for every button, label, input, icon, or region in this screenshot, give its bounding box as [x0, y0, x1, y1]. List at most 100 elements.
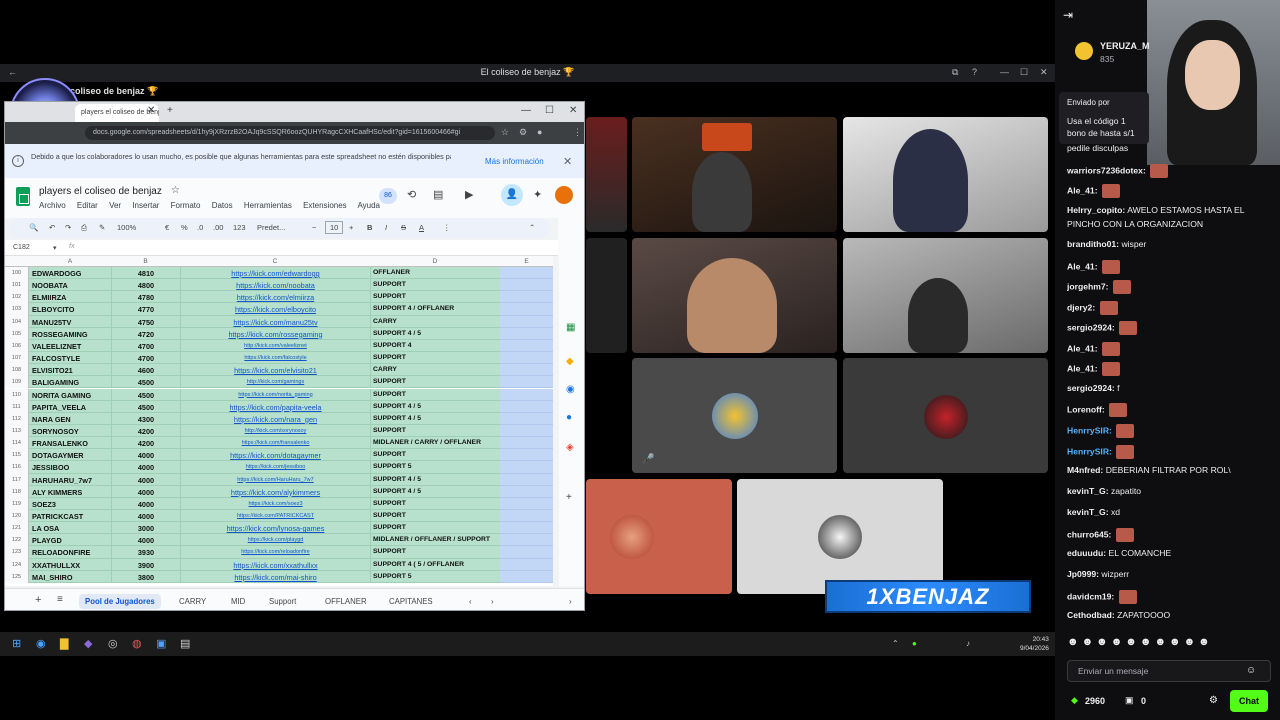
- dropdown-icon[interactable]: ▾: [53, 244, 57, 252]
- cell-player-name[interactable]: DOTAGAYMER: [29, 449, 111, 462]
- cell-empty[interactable]: [500, 400, 553, 413]
- calendar-icon[interactable]: ▦: [566, 322, 575, 333]
- column-header-b[interactable]: B: [111, 258, 180, 265]
- cell-player-name[interactable]: PAPITA_VEELA: [29, 400, 111, 413]
- popout-icon[interactable]: ⧉: [952, 67, 958, 78]
- all-sheets-icon[interactable]: ≡: [57, 594, 63, 605]
- chat-username[interactable]: warriors7236dotex:: [1067, 165, 1146, 175]
- row-number[interactable]: 110: [5, 388, 29, 401]
- row-number[interactable]: 112: [5, 412, 29, 425]
- cell-player-name[interactable]: BALIGAMING: [29, 376, 111, 389]
- chat-username[interactable]: sergio2924:: [1067, 322, 1115, 332]
- help-icon[interactable]: ?: [972, 67, 977, 77]
- cell-points[interactable]: 4500: [111, 388, 180, 401]
- cell-points[interactable]: 4700: [111, 339, 180, 353]
- cell-role[interactable]: OFFLANER: [370, 267, 500, 280]
- windows-start-icon[interactable]: ⊞: [12, 637, 21, 650]
- cell-kick-link[interactable]: https://kick.com/edwardogg: [180, 267, 370, 280]
- menu-herramientas[interactable]: Herramientas: [244, 201, 292, 210]
- search-icon[interactable]: 🔍: [29, 223, 38, 232]
- menu-icon[interactable]: ⋮: [573, 127, 582, 138]
- increase-decimal-button[interactable]: .00: [213, 223, 223, 232]
- cell-empty[interactable]: [500, 376, 553, 389]
- collapse-chat-icon[interactable]: ⇥: [1063, 8, 1073, 22]
- zoom-select[interactable]: 100%: [117, 223, 136, 232]
- cell-role[interactable]: SUPPORT: [370, 279, 500, 292]
- cell-role[interactable]: SUPPORT: [370, 424, 500, 438]
- app-icon[interactable]: ▣: [156, 637, 166, 650]
- increase-font-icon[interactable]: +: [349, 223, 353, 232]
- chat-username[interactable]: Jp0999:: [1067, 569, 1099, 579]
- cell-player-name[interactable]: NOOBATA: [29, 279, 111, 292]
- chat-username[interactable]: HenrrySIR:: [1067, 446, 1112, 456]
- video-tile-streamer-3[interactable]: [632, 238, 837, 353]
- chat-username[interactable]: churro645:: [1067, 529, 1111, 539]
- viewers-count[interactable]: 86: [379, 188, 397, 204]
- cell-kick-link[interactable]: https://kick.com/noobata: [180, 279, 370, 292]
- row-number[interactable]: 121: [5, 522, 29, 535]
- cell-empty[interactable]: [500, 327, 553, 340]
- system-clock[interactable]: 20:43 9/04/2026: [1020, 635, 1049, 653]
- menu-ayuda[interactable]: Ayuda: [357, 201, 380, 210]
- cell-role[interactable]: SUPPORT: [370, 546, 500, 559]
- cell-kick-link[interactable]: https://kick.com/fransalenko: [180, 437, 370, 450]
- cell-empty[interactable]: [500, 424, 553, 438]
- menu-datos[interactable]: Datos: [212, 201, 233, 210]
- gemini-icon[interactable]: ✦: [533, 188, 542, 201]
- cell-role[interactable]: SUPPORT 4 / 5: [370, 473, 500, 486]
- cell-kick-link[interactable]: https://kick.com/norita_gaming: [180, 388, 370, 401]
- new-tab-icon[interactable]: +: [167, 105, 173, 116]
- row-number[interactable]: 118: [5, 485, 29, 498]
- cell-empty[interactable]: [500, 303, 553, 316]
- video-tile-avatar-1[interactable]: 🎤: [632, 358, 837, 473]
- chat-username[interactable]: Ale_41:: [1067, 185, 1098, 195]
- cell-role[interactable]: SUPPORT: [370, 510, 500, 523]
- cell-points[interactable]: 4000: [111, 473, 180, 486]
- settings-gear-icon[interactable]: ⚙: [1209, 695, 1218, 706]
- vertical-scrollbar[interactable]: [553, 256, 559, 586]
- sheet-tab-carry[interactable]: CARRY: [179, 597, 206, 606]
- cell-player-name[interactable]: FRANSALENKO: [29, 437, 111, 450]
- cell-kick-link[interactable]: http://kick.com/gamings: [180, 376, 370, 389]
- row-number[interactable]: 103: [5, 303, 29, 316]
- tasks-icon[interactable]: ◉: [566, 384, 575, 395]
- video-tile-avatar-2[interactable]: [843, 358, 1048, 473]
- gift-icon[interactable]: ▣: [1125, 695, 1134, 706]
- row-number[interactable]: 114: [5, 437, 29, 450]
- extensions-icon[interactable]: ⚙: [519, 127, 527, 138]
- sheet-tab-capitanes[interactable]: CAPITANES: [389, 597, 433, 606]
- cell-points[interactable]: 4720: [111, 327, 180, 340]
- row-number[interactable]: 120: [5, 510, 29, 523]
- row-number[interactable]: 101: [5, 279, 29, 292]
- cell-points[interactable]: 4000: [111, 534, 180, 547]
- cell-player-name[interactable]: ALY KIMMERS: [29, 485, 111, 498]
- cell-role[interactable]: SUPPORT: [370, 497, 500, 510]
- chat-username[interactable]: Ale_41:: [1067, 343, 1098, 353]
- cell-role[interactable]: SUPPORT 4 / 5: [370, 412, 500, 425]
- row-number[interactable]: 111: [5, 400, 29, 413]
- chat-username[interactable]: davidcm19:: [1067, 591, 1114, 601]
- bookmark-icon[interactable]: ☆: [501, 127, 509, 138]
- cell-kick-link[interactable]: https://kick.com/dotagaymer: [180, 449, 370, 462]
- cell-points[interactable]: 4810: [111, 267, 180, 280]
- send-chat-button[interactable]: Chat: [1230, 690, 1268, 712]
- cell-role[interactable]: SUPPORT 4 ( 5 / OFFLANER: [370, 558, 500, 571]
- collapse-toolbar-icon[interactable]: ⌃: [529, 223, 535, 232]
- cell-role[interactable]: SUPPORT: [370, 388, 500, 401]
- cell-role[interactable]: SUPPORT 5: [370, 461, 500, 474]
- minimize-icon[interactable]: —: [521, 105, 531, 116]
- menu-extensiones[interactable]: Extensiones: [303, 201, 347, 210]
- cell-points[interactable]: 4000: [111, 510, 180, 523]
- cell-kick-link[interactable]: https://kick.com/elboycito: [180, 303, 370, 316]
- row-number[interactable]: 122: [5, 534, 29, 547]
- italic-button[interactable]: I: [385, 223, 387, 232]
- cell-points[interactable]: 3800: [111, 570, 180, 583]
- cell-player-name[interactable]: RELOADONFIRE: [29, 546, 111, 559]
- cell-kick-link[interactable]: https://kick.com/nara_gen: [180, 412, 370, 425]
- bold-button[interactable]: B: [367, 223, 372, 232]
- chat-username[interactable]: kevinT_G:: [1067, 486, 1109, 496]
- undo-icon[interactable]: ↶: [49, 223, 55, 232]
- cell-player-name[interactable]: LA OSA: [29, 522, 111, 535]
- video-tile-partial[interactable]: [586, 117, 627, 232]
- share-icon[interactable]: 👤: [501, 184, 523, 206]
